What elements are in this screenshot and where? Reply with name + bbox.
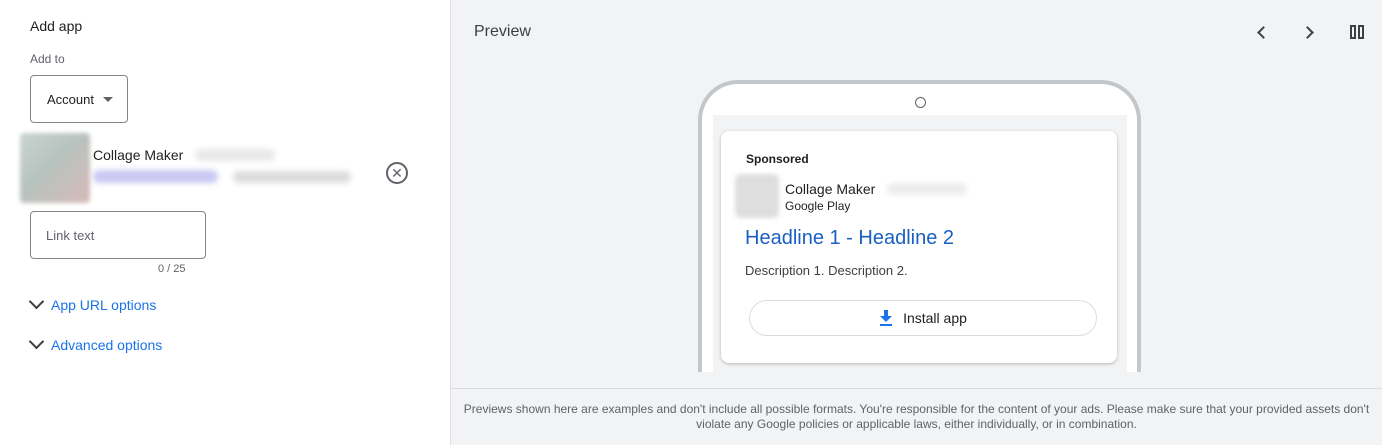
chevron-down-icon (28, 333, 45, 350)
app-url-options-label: App URL options (51, 296, 157, 313)
ad-description: Description 1. Description 2. (745, 263, 908, 278)
dropdown-arrow-icon (102, 96, 113, 102)
phone-frame: Sponsored Collage Maker Google Play Head… (698, 80, 1141, 372)
preview-disclaimer: Previews shown here are examples and don… (451, 388, 1382, 445)
advanced-options-label: Advanced options (51, 336, 163, 353)
link-text-input[interactable] (30, 211, 206, 259)
chevron-left-icon (1256, 25, 1270, 39)
ad-app-name-redacted (887, 183, 967, 195)
phone-screen: Sponsored Collage Maker Google Play Head… (713, 115, 1127, 372)
add-to-label: Add to (30, 52, 65, 66)
app-subtitle-redacted (233, 171, 351, 183)
ad-store-name: Google Play (785, 199, 851, 213)
install-app-label: Install app (903, 310, 967, 326)
app-name: Collage Maker (93, 147, 184, 163)
sponsored-label: Sponsored (746, 152, 809, 166)
chevron-down-icon (28, 293, 45, 310)
panel-title: Add app (30, 18, 83, 34)
ad-app-icon (735, 174, 779, 218)
ad-preview-card: Sponsored Collage Maker Google Play Head… (721, 131, 1117, 363)
previous-preview-button[interactable] (1251, 22, 1271, 42)
columns-icon (1350, 25, 1364, 39)
view-all-previews-button[interactable] (1347, 22, 1367, 42)
next-preview-button[interactable] (1299, 22, 1319, 42)
selected-app: Collage Maker ✕ (20, 133, 420, 205)
ad-headline[interactable]: Headline 1 - Headline 2 (745, 227, 954, 250)
app-developer-link-redacted[interactable] (93, 170, 218, 183)
preview-title: Preview (474, 23, 531, 40)
close-circle-icon: ✕ (391, 165, 403, 181)
advanced-options-toggle[interactable]: Advanced options (28, 333, 163, 353)
disclaimer-text: Previews shown here are examples and don… (463, 402, 1370, 431)
add-app-panel: Add app Add to Account Collage Maker ✕ 0… (0, 0, 451, 445)
app-name-redacted (195, 149, 275, 161)
add-to-dropdown[interactable]: Account (30, 75, 128, 123)
preview-panel: Preview Sponsored Collage Maker Google P… (451, 0, 1382, 445)
app-url-options-toggle[interactable]: App URL options (28, 293, 157, 313)
app-editor: Add app Add to Account Collage Maker ✕ 0… (0, 0, 1382, 445)
install-app-button[interactable]: Install app (749, 300, 1097, 336)
ad-app-name: Collage Maker (785, 181, 876, 197)
camera-icon (915, 97, 926, 108)
chevron-right-icon (1300, 25, 1314, 39)
app-thumbnail (20, 133, 90, 203)
remove-app-button[interactable]: ✕ (386, 162, 408, 184)
link-text-char-count: 0 / 25 (158, 263, 186, 275)
add-to-value: Account (47, 91, 94, 107)
download-icon (879, 310, 893, 326)
